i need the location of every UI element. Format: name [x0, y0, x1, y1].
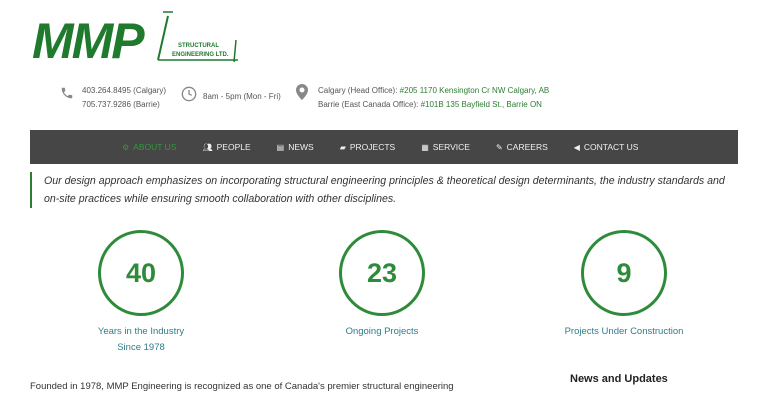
phone-icon	[60, 86, 76, 102]
nav-projects-label: PROJECTS	[349, 142, 396, 152]
stat-years: 40 Years in the Industry Since 1978	[71, 230, 211, 356]
stat-construction-label: Projects Under Construction	[564, 326, 684, 337]
phone-barrie[interactable]: 705.737.9286 (Barrie)	[82, 98, 166, 112]
east-office-address[interactable]: #101B 135 Bayfield St., Barrie ON	[421, 100, 542, 109]
nav-news[interactable]: ▤ NEWS	[277, 142, 314, 152]
location-pin-icon	[296, 84, 312, 100]
phone-calgary[interactable]: 403.264.8495 (Calgary)	[82, 84, 166, 98]
gear-icon: ⚙	[122, 142, 130, 152]
nav-people-label: PEOPLE	[216, 142, 251, 152]
stat-ongoing-label: Ongoing Projects	[345, 326, 419, 337]
stat-construction: 9 Projects Under Construction	[554, 230, 694, 340]
stat-construction-value: 9	[616, 257, 632, 288]
newspaper-icon: ▤	[276, 142, 285, 152]
head-office-label: Calgary (Head Office):	[318, 86, 400, 95]
nav-service-label: SERVICE	[432, 142, 470, 152]
company-logo[interactable]: MMP STRUCTURAL ENGINEERING LTD.	[32, 10, 242, 69]
design-approach-quote: Our design approach emphasizes on incorp…	[30, 172, 742, 208]
logo-main: MMP	[32, 13, 145, 64]
stat-years-label: Years in the Industry	[97, 326, 185, 337]
stat-ongoing-value: 23	[366, 257, 398, 288]
book-icon: ▰	[339, 142, 346, 152]
nav-service[interactable]: ▦ SERVICE	[421, 142, 470, 152]
logo-graphic: MMP STRUCTURAL ENGINEERING LTD.	[32, 11, 238, 69]
news-heading: News and Updates	[570, 373, 668, 385]
nav-people[interactable]: 👥︎ PEOPLE	[202, 142, 250, 152]
nav-careers-label: CAREERS	[506, 142, 548, 152]
head-office-address[interactable]: #205 1170 Kensington Cr NW Calgary, AB	[400, 86, 550, 95]
east-office-line: Barrie (East Canada Office): #101B 135 B…	[318, 98, 549, 112]
logo-line-1: STRUCTURAL	[178, 43, 219, 49]
logo-line-2: ENGINEERING LTD.	[172, 52, 229, 58]
edit-icon: ✎	[495, 142, 503, 152]
users-icon: 👥︎	[202, 142, 213, 152]
stat-ongoing: 23 Ongoing Projects	[312, 230, 452, 340]
hours-text: 8am - 5pm (Mon - Fri)	[203, 92, 281, 101]
nav-projects[interactable]: ▰ PROJECTS	[340, 142, 396, 152]
nav-about-us[interactable]: ⚙ ABOUT US	[122, 142, 176, 152]
nav-news-label: NEWS	[288, 142, 314, 152]
main-navigation: ⚙ ABOUT US 👥︎ PEOPLE ▤ NEWS ▰ PROJECTS ▦…	[30, 130, 738, 164]
stat-years-since: Since 1978	[117, 342, 165, 353]
megaphone-icon: ◀	[573, 142, 580, 152]
stat-construction-circle: 9	[581, 230, 667, 316]
nav-contact-us-label: CONTACT US	[583, 142, 639, 152]
building-icon: ▦	[421, 142, 429, 152]
stat-ongoing-circle: 23	[339, 230, 425, 316]
nav-contact-us[interactable]: ◀ CONTACT US	[574, 142, 639, 152]
head-office-line: Calgary (Head Office): #205 1170 Kensing…	[318, 84, 549, 98]
nav-about-us-label: ABOUT US	[133, 142, 177, 152]
about-paragraph: Founded in 1978, MMP Engineering is reco…	[30, 381, 454, 392]
clock-icon	[181, 86, 197, 102]
east-office-label: Barrie (East Canada Office):	[318, 100, 421, 109]
stat-years-value: 40	[125, 257, 157, 288]
nav-careers[interactable]: ✎ CAREERS	[496, 142, 548, 152]
stat-years-circle: 40	[98, 230, 184, 316]
